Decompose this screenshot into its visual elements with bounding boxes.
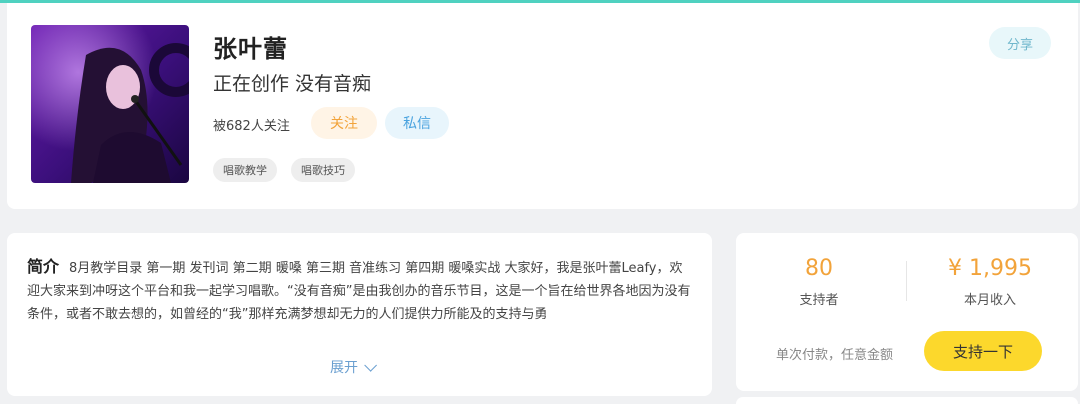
profile-name: 张叶蕾 [213,35,288,63]
tag-singing-skills[interactable]: 唱歌技巧 [291,158,355,182]
share-button[interactable]: 分享 [989,27,1051,59]
follow-button[interactable]: 关注 [311,107,377,139]
profile-subtitle: 正在创作 没有音痴 [213,73,372,95]
expand-button[interactable]: 展开 [330,357,377,377]
stat-divider [906,261,907,301]
supporters-label: 支持者 [799,293,839,308]
intro-text: 8月教学目录 第一期 发刊词 第二期 暖嗓 第三期 音准练习 第四期 暖嗓实战 … [27,261,691,322]
intro-heading: 简介 [27,257,60,276]
payment-note: 单次付款，任意金额 [776,348,894,363]
supporters-value: 80 [805,256,833,281]
expand-label: 展开 [330,360,358,376]
intro-card: 简介 8月教学目录 第一期 发刊词 第二期 暖嗓 第三期 音准练习 第四期 暖嗓实… [7,233,712,396]
message-button[interactable]: 私信 [385,107,449,139]
avatar [31,25,189,183]
profile-card: 张叶蕾 正在创作 没有音痴 被682人关注 关注 私信 分享 唱歌教学 唱歌技巧 [7,3,1078,209]
support-button[interactable]: 支持一下 [924,331,1042,371]
avatar-image [31,25,189,183]
tag-singing-teaching[interactable]: 唱歌教学 [213,158,277,182]
income-label: 本月收入 [963,293,1016,308]
support-card: 80 支持者 ¥ 1,995 本月收入 单次付款，任意金额 支持一下 [736,233,1078,391]
intro-body: 简介 8月教学目录 第一期 发刊词 第二期 暖嗓 第三期 音准练习 第四期 暖嗓实… [27,255,692,326]
supporters-stat: 80 支持者 [766,255,872,308]
income-stat: ¥ 1,995 本月收入 [920,255,1060,308]
follower-count: 被682人关注 [213,119,290,134]
income-value: ¥ 1,995 [948,256,1032,281]
next-card-edge [736,397,1078,404]
chevron-down-icon [364,358,377,372]
